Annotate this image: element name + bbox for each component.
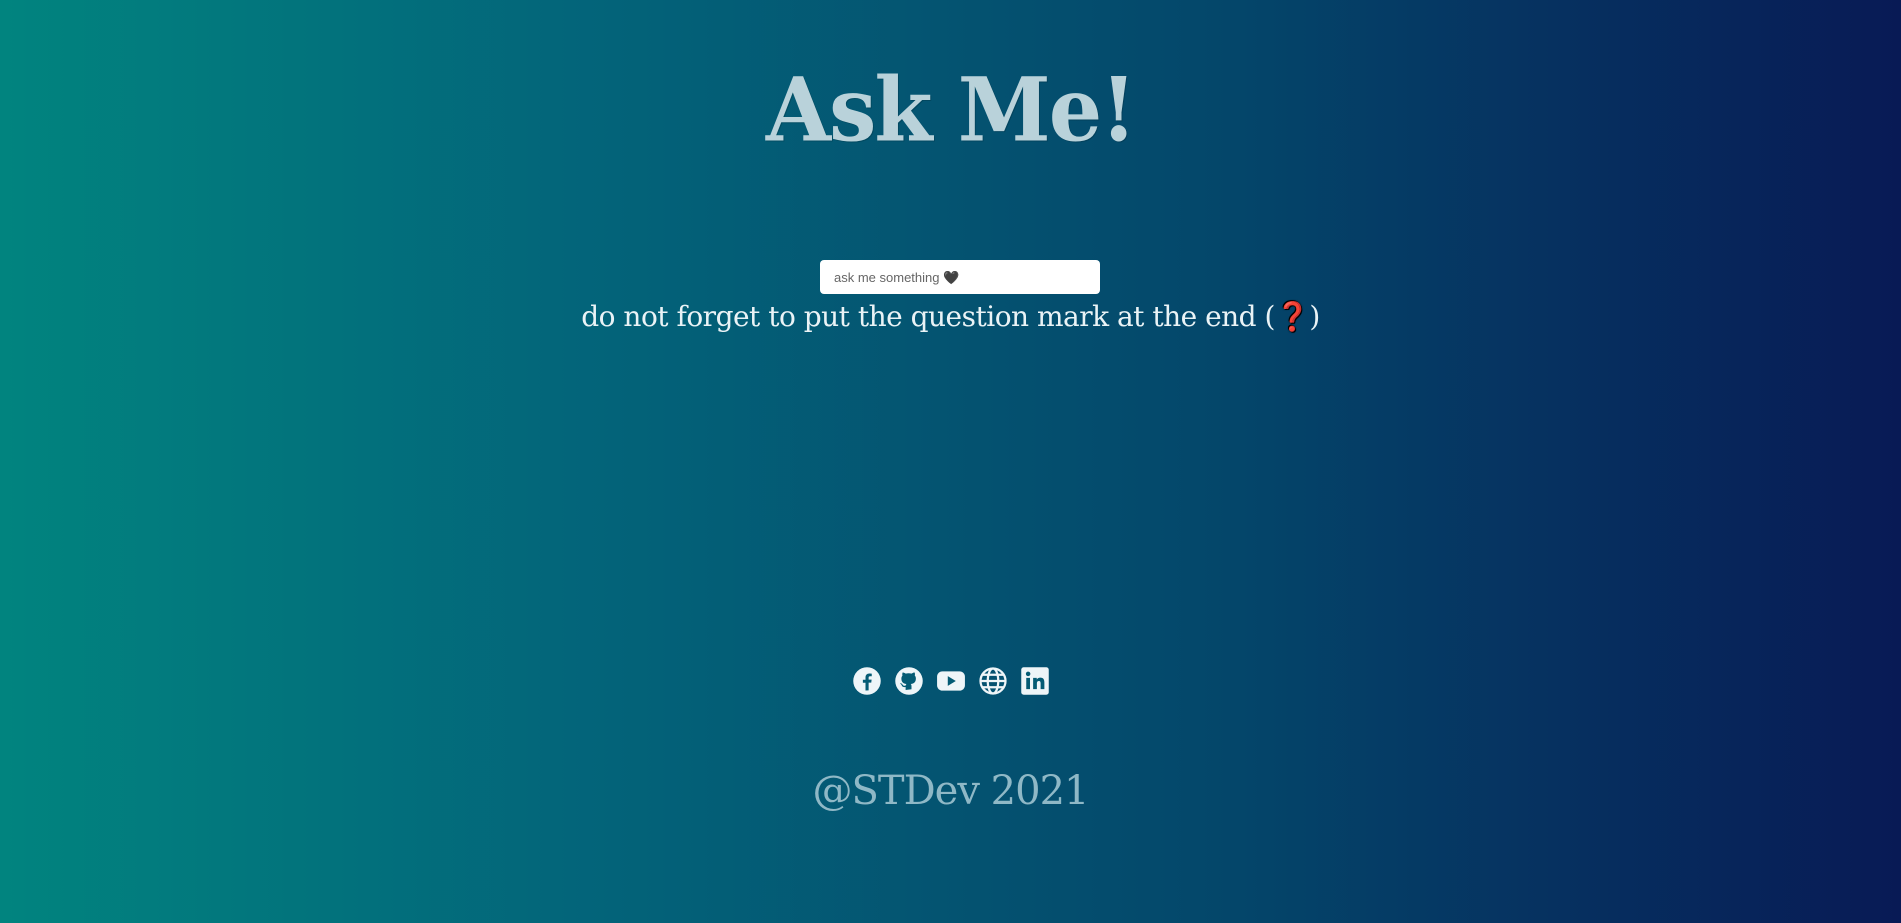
github-icon[interactable]: [894, 666, 924, 696]
footer-credit: @STDev 2021: [812, 768, 1090, 814]
facebook-icon[interactable]: [852, 666, 882, 696]
question-input[interactable]: [820, 260, 1100, 294]
globe-icon[interactable]: [978, 666, 1008, 696]
hint-label: do not forget to put the question mark a…: [581, 300, 1275, 333]
social-links: [0, 666, 1901, 696]
question-mark-icon: ❓: [1274, 300, 1310, 333]
hint-text: do not forget to put the question mark a…: [0, 300, 1901, 333]
hint-close: ): [1309, 300, 1320, 333]
page: Ask Me! do not forget to put the questio…: [0, 0, 1901, 923]
page-title: Ask Me!: [765, 57, 1137, 162]
youtube-icon[interactable]: [936, 666, 966, 696]
linkedin-icon[interactable]: [1020, 666, 1050, 696]
